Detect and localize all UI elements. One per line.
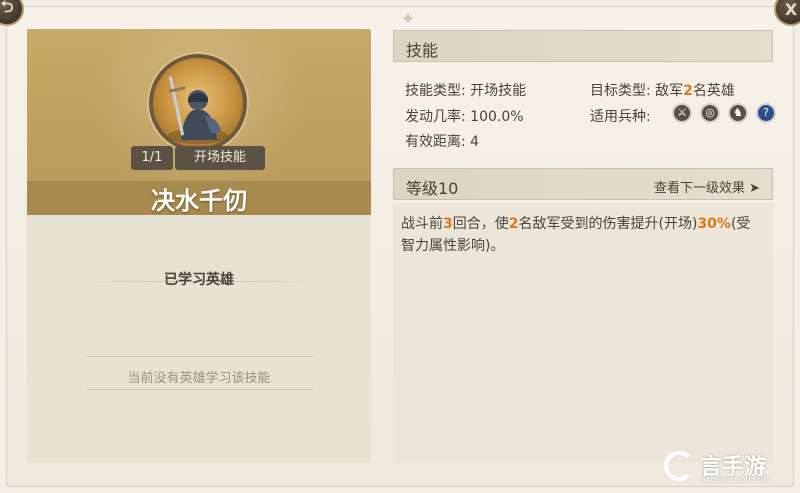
skill-card: 1/1 开场技能 决水千仞 已学习英雄 当前没有英雄学习该技能 bbox=[27, 29, 371, 463]
question-icon[interactable]: ? bbox=[756, 103, 776, 123]
desc-count: 2 bbox=[508, 216, 519, 232]
sword-icon[interactable]: ⚔ bbox=[672, 103, 692, 123]
target-count: 2 bbox=[683, 83, 693, 99]
horse-icon[interactable]: ♞ bbox=[728, 103, 748, 123]
bow-target-icon[interactable]: ◎ bbox=[700, 103, 720, 123]
watermark-logo-icon bbox=[664, 451, 694, 481]
skill-type-badge: 开场技能 bbox=[175, 146, 265, 170]
desc-text: 战斗前 bbox=[401, 216, 443, 232]
skill-type-row: 技能类型: 开场技能 bbox=[405, 80, 526, 100]
watermark-url: GAOSHOUYOU.COM bbox=[700, 476, 770, 484]
target-suffix: 名英雄 bbox=[692, 83, 735, 99]
range-row: 有效距离: 4 bbox=[405, 131, 479, 151]
watermark: 言手游 GAOSHOUYOU.COM bbox=[664, 447, 790, 487]
level-title: 等级10 bbox=[406, 179, 459, 198]
range-value: 4 bbox=[470, 134, 480, 150]
skill-type-value: 开场技能 bbox=[470, 83, 527, 99]
level-section-header: 等级10 查看下一级效果 ➤ bbox=[393, 168, 773, 200]
target-type-label: 目标类型: bbox=[590, 83, 651, 99]
range-label: 有效距离: bbox=[405, 134, 466, 150]
skill-type-label: 技能类型: bbox=[405, 83, 466, 99]
trigger-rate-label: 发动几率: bbox=[405, 109, 466, 125]
desc-text: 回合，使 bbox=[452, 216, 509, 232]
desc-text: 名敌军受到的伤害提升(开场) bbox=[518, 216, 698, 232]
skill-portrait-icon bbox=[149, 54, 247, 152]
learned-heroes-heading: 已学习英雄 bbox=[164, 272, 234, 288]
close-icon: X bbox=[784, 0, 798, 19]
skill-section-header: 技能 bbox=[393, 30, 773, 62]
section-title: 技能 bbox=[406, 41, 439, 60]
no-hero-message: 当前没有英雄学习该技能 bbox=[127, 371, 271, 386]
skill-name: 决水千仞 bbox=[151, 187, 247, 215]
unit-types-label: 适用兵种: bbox=[590, 109, 651, 125]
skill-count-badge: 1/1 bbox=[131, 146, 173, 170]
trigger-rate-value: 100.0% bbox=[470, 109, 524, 125]
next-level-effect-link[interactable]: 查看下一级效果 ➤ bbox=[654, 177, 760, 196]
back-arrow-icon: ⮌ bbox=[0, 0, 14, 16]
trigger-rate-row: 发动几率: 100.0% bbox=[405, 106, 524, 126]
target-type-row: 目标类型: 敌军2名英雄 bbox=[590, 80, 735, 100]
unit-types-row: 适用兵种: bbox=[590, 106, 651, 126]
target-prefix: 敌军 bbox=[655, 83, 684, 99]
desc-percent: 30% bbox=[697, 216, 731, 232]
level-description: 战斗前3回合，使2名敌军受到的伤害提升(开场)30%(受智力属性影响)。 bbox=[401, 213, 761, 257]
desc-turns: 3 bbox=[443, 216, 453, 232]
ornament-icon: ✦ bbox=[400, 9, 416, 30]
